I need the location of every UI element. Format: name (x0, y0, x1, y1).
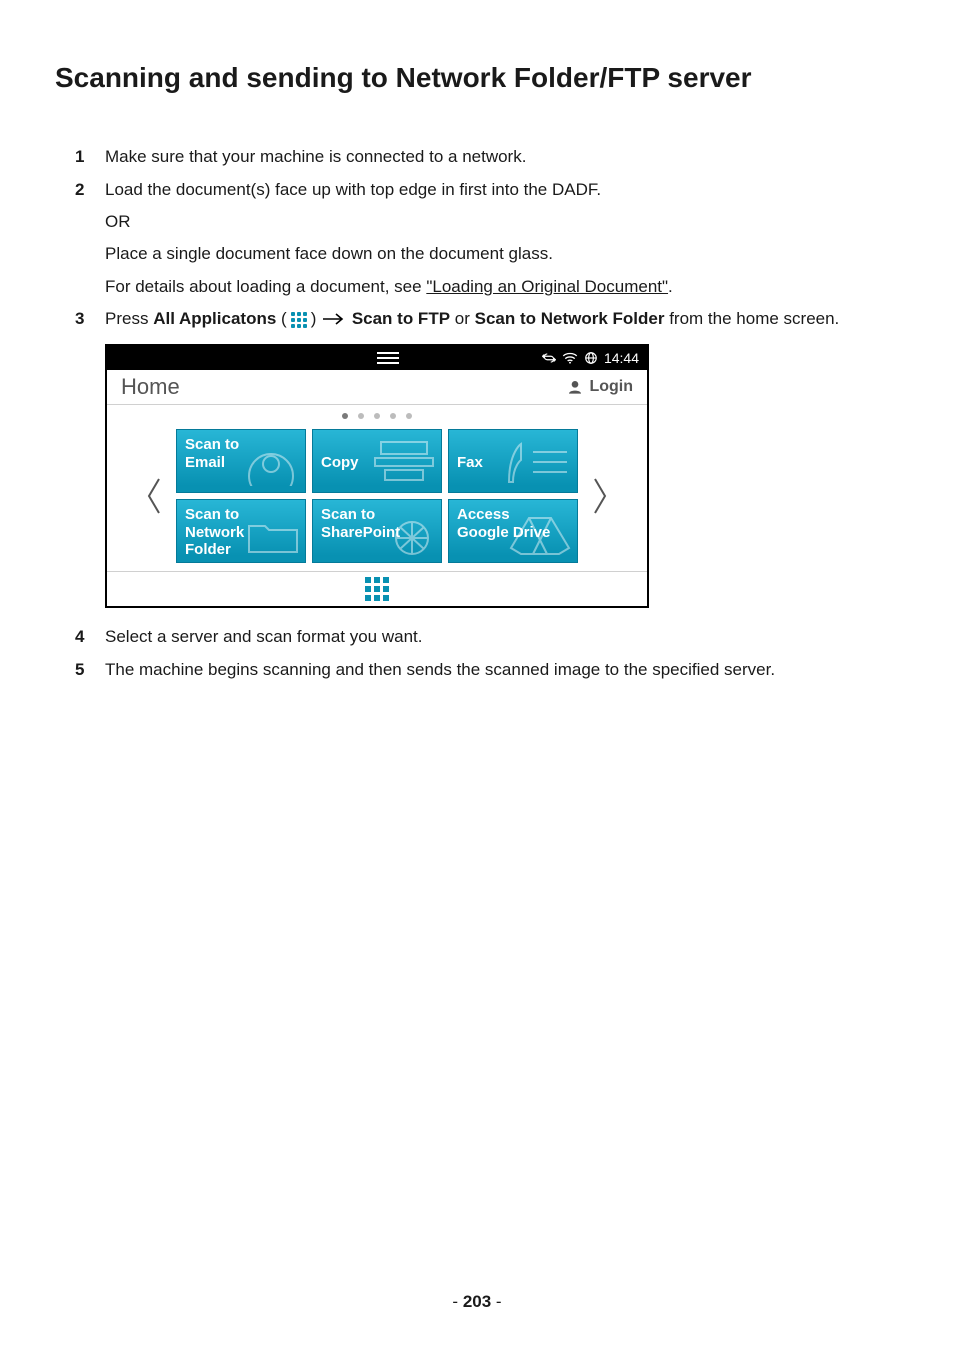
step-number: 1 (75, 144, 84, 170)
step-text: Press All Applicatons () Scan to FTP or … (105, 309, 839, 328)
step-number: 3 (75, 306, 84, 332)
step-text: Select a server and scan format you want… (105, 627, 423, 646)
step-text: Load the document(s) face up with top ed… (105, 180, 601, 199)
step-3: 3 Press All Applicatons () Scan to FTP o… (105, 306, 899, 608)
globe-icon (584, 351, 598, 365)
step-text: Place a single document face down on the… (105, 241, 899, 267)
tile-scan-to-sharepoint[interactable]: Scan toSharePoint (312, 499, 442, 563)
tile-copy[interactable]: Copy (312, 429, 442, 493)
all-apps-button[interactable] (107, 571, 647, 606)
page-number: 203 (463, 1292, 491, 1311)
status-bar: 14:44 (107, 346, 647, 370)
step-number: 5 (75, 657, 84, 683)
menu-icon (377, 352, 399, 364)
step-2: 2 Load the document(s) face up with top … (105, 177, 899, 300)
apps-grid-icon (365, 577, 389, 601)
screen-header: Home Login (107, 370, 647, 405)
chevron-right-icon[interactable] (586, 436, 614, 556)
step-number: 2 (75, 177, 84, 203)
step-5: 5 The machine begins scanning and then s… (105, 657, 899, 683)
step-text: For details about loading a document, se… (105, 274, 899, 300)
link-loading-original-doc[interactable]: "Loading an Original Document" (426, 277, 668, 296)
wifi-icon (562, 351, 578, 365)
screen-title: Home (121, 370, 180, 404)
step-1: 1 Make sure that your machine is connect… (105, 144, 899, 170)
tile-grid: Scan toEmail Copy Fax (176, 429, 578, 563)
tile-scan-to-network-folder[interactable]: Scan toNetworkFolder (176, 499, 306, 563)
step-4: 4 Select a server and scan format you wa… (105, 624, 899, 650)
arrow-right-icon (323, 313, 345, 325)
step-list: 1 Make sure that your machine is connect… (55, 144, 899, 683)
step-text: OR (105, 209, 899, 235)
step-number: 4 (75, 624, 84, 650)
step-text: The machine begins scanning and then sen… (105, 660, 775, 679)
device-screenshot: 14:44 Home Login (105, 344, 649, 608)
apps-icon (291, 312, 307, 328)
tile-access-google-drive[interactable]: AccessGoogle Drive (448, 499, 578, 563)
tile-scan-to-email[interactable]: Scan toEmail (176, 429, 306, 493)
sync-icon (542, 351, 556, 365)
tile-fax[interactable]: Fax (448, 429, 578, 493)
step-text: Make sure that your machine is connected… (105, 147, 526, 166)
chevron-left-icon[interactable] (140, 436, 168, 556)
status-time: 14:44 (604, 348, 639, 370)
login-button[interactable]: Login (567, 375, 633, 400)
page-title: Scanning and sending to Network Folder/F… (55, 60, 899, 96)
page-indicator (107, 405, 647, 429)
page-footer: - 203 - (0, 1292, 954, 1312)
user-icon (567, 379, 583, 395)
